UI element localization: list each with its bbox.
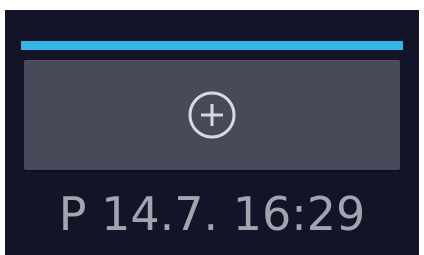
timestamp-label: P 14.7. 16:29 [58,187,366,241]
accent-bar [21,41,403,50]
widget-screen: P 14.7. 16:29 [5,10,419,255]
add-button[interactable] [24,60,400,170]
plus-circle-icon [186,89,238,141]
